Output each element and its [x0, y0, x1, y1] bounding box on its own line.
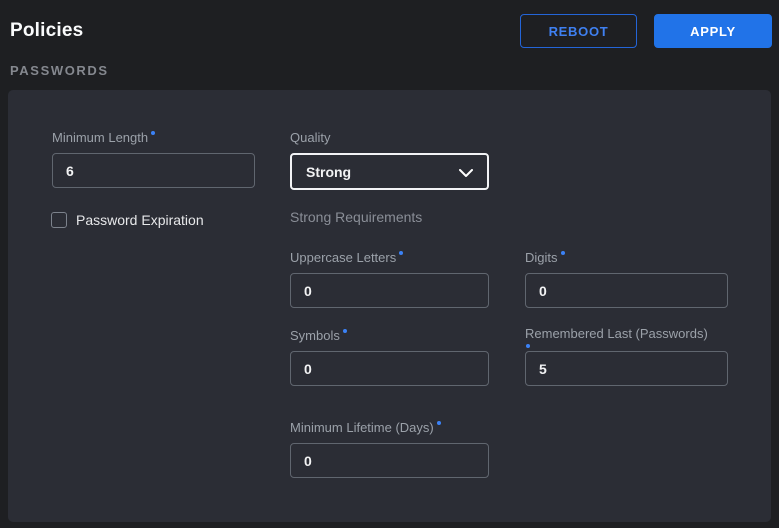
minimum-lifetime-label-text: Minimum Lifetime (Days) [290, 420, 434, 435]
minimum-length-field: Minimum Length [52, 130, 255, 188]
remembered-last-input[interactable] [525, 351, 728, 386]
remembered-last-label: Remembered Last (Passwords) [525, 326, 728, 341]
strong-requirements-heading: Strong Requirements [290, 209, 422, 225]
required-marker [343, 329, 347, 333]
required-marker [151, 131, 155, 135]
symbols-label-text: Symbols [290, 328, 340, 343]
passwords-panel: Minimum Length Quality Strong Password E… [8, 90, 771, 522]
digits-label: Digits [525, 250, 728, 265]
digits-input[interactable] [525, 273, 728, 308]
passwords-section-label: PASSWORDS [10, 63, 109, 78]
minimum-length-input[interactable] [52, 153, 255, 188]
page-title: Policies [10, 20, 83, 42]
required-marker [526, 344, 530, 348]
password-expiration-row[interactable]: Password Expiration [51, 212, 204, 228]
symbols-label: Symbols [290, 328, 489, 343]
chevron-down-icon [459, 164, 473, 180]
digits-field: Digits [525, 250, 728, 308]
uppercase-letters-input[interactable] [290, 273, 489, 308]
minimum-length-label: Minimum Length [52, 130, 255, 145]
quality-select[interactable]: Strong [290, 153, 489, 190]
required-marker [437, 421, 441, 425]
remembered-last-label-text: Remembered Last (Passwords) [525, 326, 708, 341]
minimum-lifetime-label: Minimum Lifetime (Days) [290, 420, 489, 435]
required-marker [399, 251, 403, 255]
symbols-input[interactable] [290, 351, 489, 386]
reboot-button[interactable]: REBOOT [520, 14, 637, 48]
remembered-last-field: Remembered Last (Passwords) [525, 326, 728, 386]
quality-field: Quality Strong [290, 130, 489, 190]
uppercase-letters-field: Uppercase Letters [290, 250, 489, 308]
password-expiration-checkbox[interactable] [51, 212, 67, 228]
quality-label: Quality [290, 130, 489, 145]
policies-settings-screen: Policies REBOOT APPLY PASSWORDS Minimum … [0, 0, 779, 528]
minimum-length-label-text: Minimum Length [52, 130, 148, 145]
digits-label-text: Digits [525, 250, 558, 265]
password-expiration-label: Password Expiration [76, 212, 204, 228]
uppercase-letters-label-text: Uppercase Letters [290, 250, 396, 265]
required-marker [561, 251, 565, 255]
quality-selected-value: Strong [306, 164, 351, 180]
apply-button[interactable]: APPLY [654, 14, 772, 48]
quality-label-text: Quality [290, 130, 330, 145]
minimum-lifetime-input[interactable] [290, 443, 489, 478]
uppercase-letters-label: Uppercase Letters [290, 250, 489, 265]
symbols-field: Symbols [290, 328, 489, 386]
minimum-lifetime-field: Minimum Lifetime (Days) [290, 420, 489, 478]
